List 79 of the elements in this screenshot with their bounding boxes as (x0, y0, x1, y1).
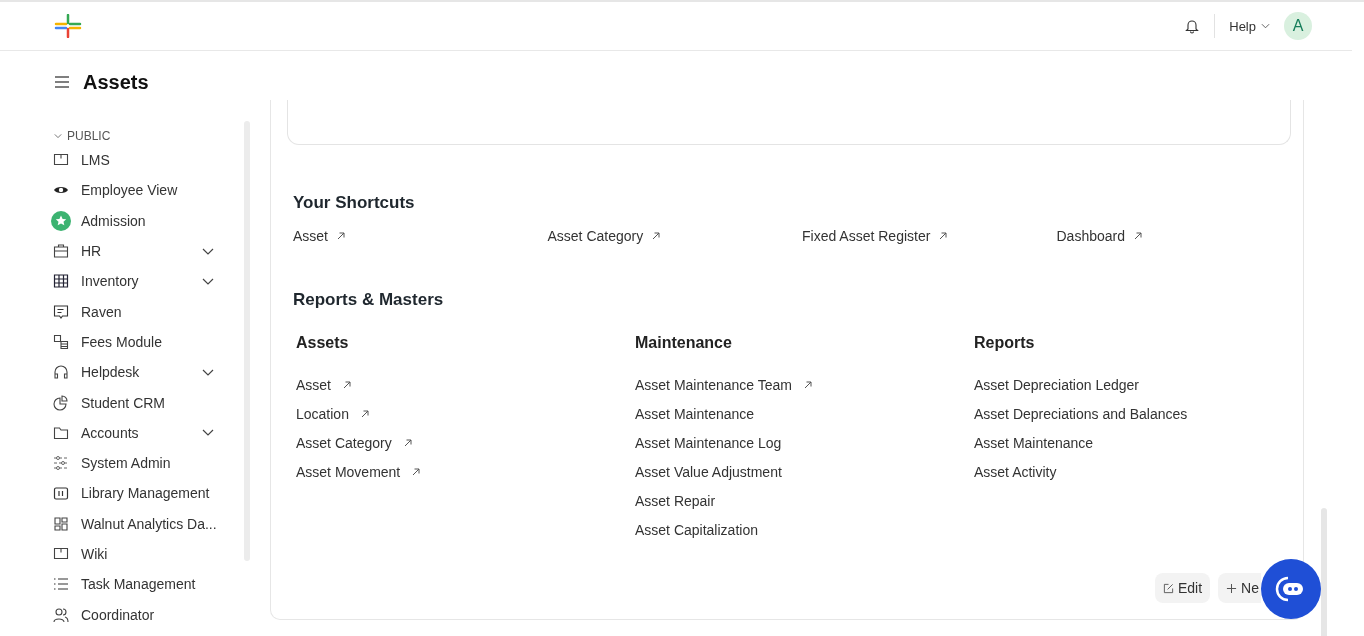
edit-button[interactable]: Edit (1154, 573, 1211, 603)
sidebar-item[interactable]: Library Management (50, 478, 246, 509)
arrow-up-right-icon (412, 467, 421, 476)
sidebar-item[interactable]: Task Management (50, 569, 246, 600)
arrow-up-right-icon (360, 409, 369, 418)
message-icon (53, 303, 69, 320)
sidebar-item[interactable]: Helpdesk (50, 357, 246, 388)
report-link[interactable]: Asset Maintenance Log (635, 428, 782, 457)
list-icon (53, 576, 69, 593)
chat-bot-button[interactable] (1261, 559, 1321, 619)
edit-icon (1162, 582, 1174, 594)
report-link[interactable]: Asset Movement (296, 457, 421, 486)
report-link[interactable]: Location (296, 399, 369, 428)
sidebar-item[interactable]: Walnut Analytics Da... (50, 508, 246, 539)
report-link[interactable]: Asset (296, 370, 351, 399)
report-link[interactable]: Asset Depreciations and Balances (974, 399, 1188, 428)
card-title: Maintenance (635, 334, 733, 352)
user-avatar[interactable]: A (1284, 12, 1312, 40)
table-icon (53, 273, 69, 290)
sliders-icon (53, 455, 69, 472)
section-heading: Reports & Masters (293, 290, 445, 310)
sidebar-item[interactable]: Student CRM (50, 387, 246, 418)
sidebar-item[interactable]: Fees Module (50, 326, 246, 358)
app-logo[interactable] (54, 14, 82, 38)
chevron-down-icon (1261, 23, 1270, 29)
page-title: Assets (83, 70, 149, 94)
notification-bell-icon[interactable] (1184, 18, 1201, 34)
report-link[interactable]: Asset Value Adjustment (635, 457, 782, 486)
sidebar-item[interactable]: Inventory (50, 266, 246, 297)
arrow-up-right-icon (337, 232, 345, 240)
card-title: Assets (296, 334, 350, 352)
stacked-coins-icon (53, 333, 69, 350)
sidebar-item[interactable]: LMS (50, 145, 246, 176)
report-link[interactable]: Asset Repair (635, 486, 716, 515)
report-link[interactable]: Asset Capitalization (635, 515, 758, 544)
book-icon (53, 546, 69, 562)
card-title: Reports (974, 334, 1036, 352)
chevron-down-icon[interactable] (202, 368, 214, 376)
sidebar-item[interactable]: Admission (50, 205, 246, 236)
pie-chart-icon (53, 394, 69, 411)
arrow-up-right-icon (652, 232, 661, 240)
report-link[interactable]: Asset Maintenance (974, 428, 1094, 457)
library-icon (53, 485, 69, 502)
report-link[interactable]: Asset Maintenance (635, 399, 755, 428)
arrow-up-right-icon (343, 380, 351, 389)
arrow-up-right-icon (403, 438, 412, 447)
chevron-down-icon (54, 133, 62, 139)
section-heading: Your Shortcuts (293, 193, 416, 213)
chevron-down-icon[interactable] (202, 247, 214, 255)
section-toggle[interactable]: PUBLIC (50, 127, 111, 145)
shortcut-link[interactable]: Asset Category (547, 228, 661, 244)
shortcut-link[interactable]: Fixed Asset Register (802, 228, 948, 244)
users-icon (53, 606, 69, 623)
shortcut-link[interactable]: Asset (293, 228, 345, 244)
tiles-icon (53, 515, 69, 532)
briefcase-icon (53, 243, 69, 260)
report-link[interactable]: Asset Activity (974, 457, 1057, 486)
report-link[interactable]: Asset Depreciation Ledger (974, 370, 1139, 399)
sidebar-item[interactable]: Employee View (50, 175, 246, 206)
sidebar-item[interactable]: System Admin (50, 447, 246, 479)
new-button[interactable]: Ne (1218, 573, 1261, 603)
report-link[interactable]: Asset Maintenance Team (635, 370, 812, 399)
chevron-down-icon[interactable] (202, 277, 214, 285)
chevron-down-icon[interactable] (202, 429, 214, 437)
sidebar-item[interactable]: Raven (50, 296, 246, 327)
shortcut-link[interactable]: Dashboard (1056, 228, 1142, 244)
menu-icon[interactable] (55, 76, 69, 88)
folder-icon (53, 424, 69, 441)
arrow-up-right-icon (1134, 232, 1142, 240)
headset-icon (53, 364, 69, 381)
sidebar-item[interactable]: Coordinator (50, 599, 246, 630)
report-link[interactable]: Asset Category (296, 428, 412, 457)
sidebar-item[interactable]: Wiki (50, 538, 246, 570)
help-menu[interactable]: Help (1229, 18, 1270, 34)
sidebar-item[interactable]: HR (50, 235, 246, 267)
sidebar-item[interactable]: Accounts (50, 417, 246, 448)
arrow-up-right-icon (803, 380, 812, 389)
arrow-up-right-icon (939, 232, 948, 240)
plus-icon (1226, 582, 1238, 594)
